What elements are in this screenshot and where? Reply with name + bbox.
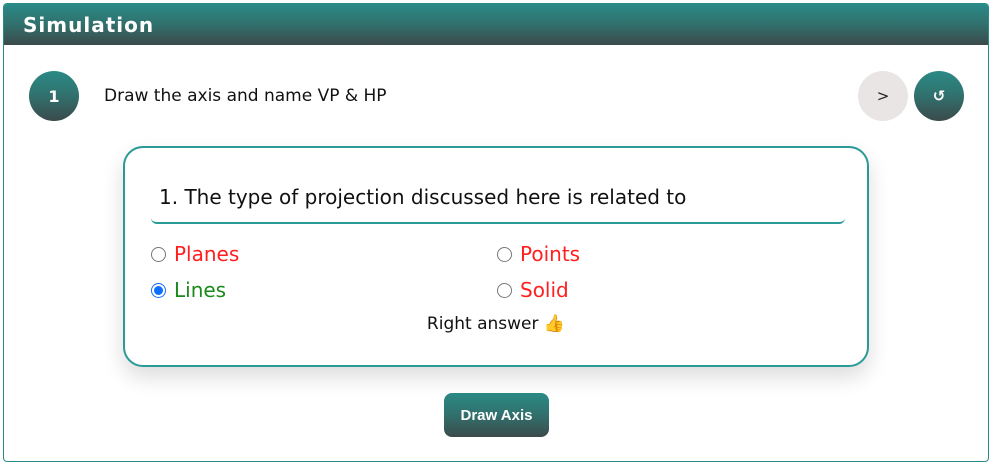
option-solid-radio[interactable]: [497, 282, 512, 298]
reset-button[interactable]: ↺: [914, 71, 964, 121]
option-solid-label: Solid: [520, 278, 569, 302]
step-row: 1 Draw the axis and name VP & HP: [29, 71, 387, 121]
option-planes-radio[interactable]: [151, 246, 166, 262]
option-solid[interactable]: Solid: [497, 278, 569, 302]
simulation-panel: Simulation 1 Draw the axis and name VP &…: [3, 3, 989, 462]
option-points[interactable]: Points: [497, 242, 580, 266]
answer-feedback: Right answer 👍: [426, 314, 566, 334]
panel-title: Simulation: [23, 12, 155, 37]
option-planes-label: Planes: [174, 242, 240, 266]
step-number-badge: 1: [29, 71, 79, 121]
panel-header: Simulation: [4, 4, 988, 45]
option-points-radio[interactable]: [497, 246, 512, 262]
option-planes[interactable]: Planes: [151, 242, 239, 266]
option-lines-label: Lines: [174, 278, 227, 302]
next-button[interactable]: >: [858, 71, 908, 121]
option-lines-radio[interactable]: [151, 282, 166, 298]
step-instruction: Draw the axis and name VP & HP: [104, 86, 387, 106]
draw-axis-button[interactable]: Draw Axis: [444, 393, 549, 437]
question-text: 1. The type of projection discussed here…: [151, 184, 845, 224]
option-points-label: Points: [520, 242, 581, 266]
quiz-card: 1. The type of projection discussed here…: [123, 146, 869, 367]
option-lines[interactable]: Lines: [151, 278, 226, 302]
